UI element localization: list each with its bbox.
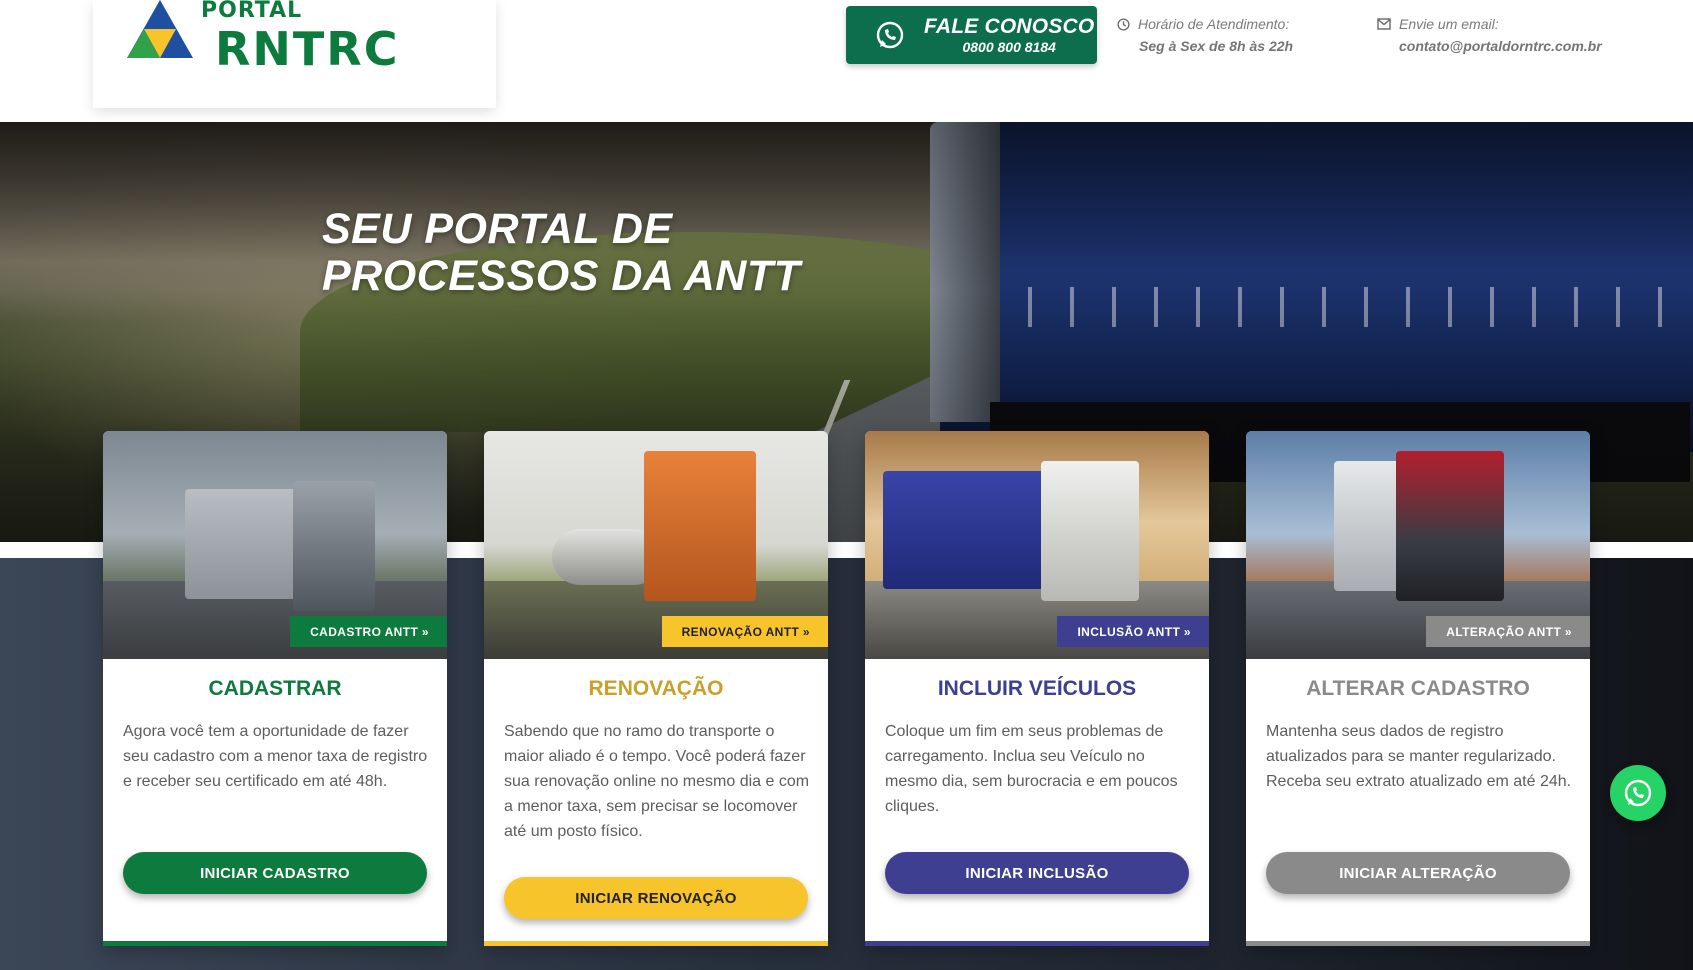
header: PORTAL RNTRC FALE CONOSCO 0800 800 8184 … xyxy=(0,0,1693,122)
logo-portal-text: PORTAL xyxy=(201,0,303,23)
clock-icon xyxy=(1117,17,1130,31)
logo-triangle-icon xyxy=(127,0,193,58)
service-card-renovacao: RENOVAÇÃO ANTT » RENOVAÇÃO Sabendo que n… xyxy=(484,431,828,946)
fale-conosco-label: FALE CONOSCO xyxy=(924,15,1095,38)
card-description: Coloque um fim em seus problemas de carr… xyxy=(885,723,1178,815)
service-card-inclusao: INCLUSÃO ANTT » INCLUIR VEÍCULOS Coloque… xyxy=(865,431,1209,946)
card-photo-cab xyxy=(293,481,375,611)
fale-conosco-button[interactable]: FALE CONOSCO 0800 800 8184 xyxy=(846,6,1097,64)
card-badge[interactable]: CADASTRO ANTT » xyxy=(290,616,447,647)
page: PORTAL RNTRC FALE CONOSCO 0800 800 8184 … xyxy=(0,0,1693,970)
card-badge[interactable]: INCLUSÃO ANTT » xyxy=(1057,616,1209,647)
card-accent-bar xyxy=(1246,941,1590,946)
iniciar-inclusao-button[interactable]: INICIAR INCLUSÃO xyxy=(885,852,1189,894)
iniciar-cadastro-button[interactable]: INICIAR CADASTRO xyxy=(123,852,427,894)
whatsapp-icon xyxy=(876,21,904,49)
card-title: ALTERAR CADASTRO xyxy=(1306,677,1530,700)
envelope-icon xyxy=(1377,18,1391,30)
hours-value: Seg à Sex de 8h às 22h xyxy=(1139,38,1294,54)
email-info: Envie um email: contato@portaldorntrc.co… xyxy=(1377,16,1602,54)
card-title: RENOVAÇÃO xyxy=(588,677,724,700)
card-description: Sabendo que no ramo do transporte o maio… xyxy=(504,723,810,840)
card-photo-trailer xyxy=(883,471,1053,589)
card-photo-trailer xyxy=(185,489,305,599)
whatsapp-float-button[interactable] xyxy=(1610,765,1666,821)
phone-number: 0800 800 8184 xyxy=(962,39,1056,55)
card-title: INCLUIR VEÍCULOS xyxy=(937,677,1137,700)
card-photo-cab xyxy=(1041,461,1139,601)
card-accent-bar xyxy=(103,941,447,946)
card-badge[interactable]: ALTERAÇÃO ANTT » xyxy=(1426,616,1590,647)
card-title: CADASTRAR xyxy=(208,677,342,700)
card-description: Mantenha seus dados de registro atualiza… xyxy=(1266,723,1572,790)
iniciar-alteracao-button[interactable]: INICIAR ALTERAÇÃO xyxy=(1266,852,1570,894)
hero-title-line-1: SEU PORTAL DE xyxy=(322,205,673,253)
card-accent-bar xyxy=(484,941,828,946)
service-card-alteracao: ALTERAÇÃO ANTT » ALTERAR CADASTRO Manten… xyxy=(1246,431,1590,946)
whatsapp-icon xyxy=(1624,779,1652,807)
iniciar-renovacao-button[interactable]: INICIAR RENOVAÇÃO xyxy=(504,877,808,919)
business-hours: Horário de Atendimento: Seg à Sex de 8h … xyxy=(1117,16,1293,54)
logo-rntrc-text: RNTRC xyxy=(215,22,400,76)
email-label: Envie um email: xyxy=(1399,16,1499,32)
hero-title: SEU PORTAL DE PROCESSOS DA ANTT xyxy=(322,206,800,300)
card-photo-cab xyxy=(1396,451,1504,601)
email-link[interactable]: contato@portaldorntrc.com.br xyxy=(1377,38,1602,54)
card-accent-bar xyxy=(865,941,1209,946)
card-badge[interactable]: RENOVAÇÃO ANTT » xyxy=(661,616,828,647)
hours-label: Horário de Atendimento: xyxy=(1138,16,1290,32)
logo[interactable]: PORTAL RNTRC xyxy=(93,0,496,108)
hero-title-line-2: PROCESSOS DA ANTT xyxy=(322,252,801,300)
service-card-cadastro: CADASTRO ANTT » CADASTRAR Agora você tem… xyxy=(103,431,447,946)
card-description: Agora você tem a oportunidade de fazer s… xyxy=(123,723,428,790)
card-photo-cab xyxy=(644,451,756,601)
